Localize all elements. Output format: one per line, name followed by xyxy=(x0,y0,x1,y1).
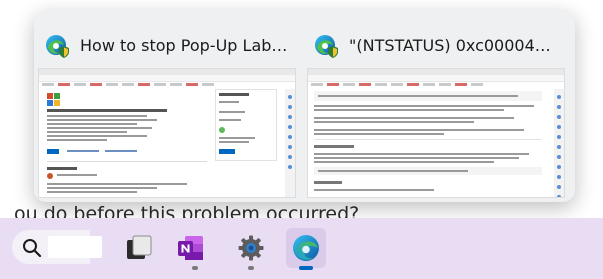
edge-active-indicator xyxy=(299,266,313,270)
preview-card-2[interactable]: "(NTSTATUS) 0xc000041d" ... xyxy=(307,20,565,198)
onenote-icon xyxy=(178,236,203,260)
preview-card-1[interactable]: How to stop Pop-Up Labels ... xyxy=(38,20,296,198)
preview-card-title: "(NTSTATUS) 0xc000041d" ... xyxy=(349,35,557,55)
onenote-taskbar-button[interactable] xyxy=(171,228,211,268)
taskbar-preview-popup: How to stop Pop-Up Labels ... xyxy=(34,10,575,202)
task-view-button[interactable] xyxy=(119,228,159,268)
edge-taskbar-button[interactable] xyxy=(286,228,326,268)
preview-card-header: How to stop Pop-Up Labels ... xyxy=(44,32,288,58)
preview-thumbnail xyxy=(307,68,565,198)
settings-taskbar-button[interactable] xyxy=(231,228,271,268)
search-input[interactable] xyxy=(48,236,102,258)
preview-card-header: "(NTSTATUS) 0xc000041d" ... xyxy=(313,32,557,58)
security-shield-icon xyxy=(59,46,69,58)
search-icon xyxy=(23,239,42,258)
taskbar xyxy=(0,218,603,279)
onenote-running-indicator xyxy=(192,266,198,270)
preview-card-title: How to stop Pop-Up Labels ... xyxy=(80,35,288,55)
task-view-icon xyxy=(127,235,152,259)
search-box[interactable] xyxy=(12,230,102,264)
settings-running-indicator xyxy=(248,266,254,270)
security-shield-icon xyxy=(328,46,338,58)
preview-thumbnail xyxy=(38,68,296,198)
settings-gear-icon xyxy=(238,235,264,261)
edge-browser-icon xyxy=(293,235,319,261)
